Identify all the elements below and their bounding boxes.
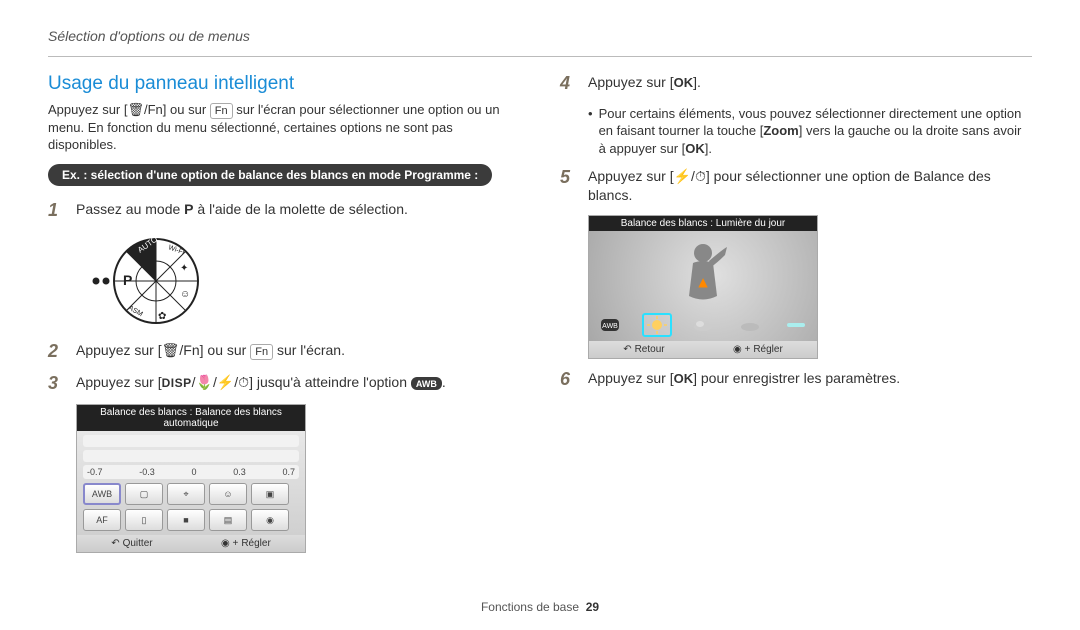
step-4: 4 Appuyez sur [OK]. [560,73,1032,95]
flash-icon: ⚡ [217,374,234,390]
svg-text:☺: ☺ [180,289,190,300]
wb-set-button: ◉ +Régler [733,344,783,355]
step-number: 3 [48,373,66,395]
fn-badge: Fn [250,344,273,360]
ok-key: OK [674,371,694,386]
panel-quit-button: ↶Quitter [111,538,152,549]
timer-icon: ⏱ [695,168,706,184]
step-1: 1 Passez au mode P à l'aide de la molett… [48,200,520,222]
svg-text:✿: ✿ [158,311,166,322]
wb-back-button: ↶Retour [623,344,664,355]
timer-icon: ⏱ [238,374,249,390]
page-footer: Fonctions de base 29 [0,600,1080,614]
step-4-note: • Pour certains éléments, vous pouvez sé… [588,105,1032,158]
step-number: 4 [560,73,578,95]
right-column: 4 Appuyez sur [OK]. • Pour certains élém… [560,73,1032,557]
wb-fluorescent-icon [781,313,811,337]
left-column: Usage du panneau intelligent Appuyez sur… [48,73,520,557]
wb-cloudy-icon [688,313,718,337]
flower-icon: 🌷 [196,374,213,390]
panel-title: Balance des blancs : Balance des blancs … [77,405,305,431]
step-3: 3 Appuyez sur [DISP/🌷/⚡/⏱] jusqu'à attei… [48,373,520,395]
example-pill: Ex. : sélection d'une option de balance … [48,164,492,186]
wb-shade-icon [735,313,765,337]
step-number: 1 [48,200,66,222]
svg-text:✦: ✦ [180,263,188,274]
wb-title: Balance des blancs : Lumière du jour [589,216,817,231]
wb-daylight-icon [642,313,672,337]
wb-preview-illustration: Balance des blancs : Lumière du jour ▲ A… [588,215,818,359]
svg-text:AWB: AWB [602,323,618,330]
wb-awb-icon: AWB [595,313,625,337]
panel-awb-cell: AWB [83,483,121,505]
panel-set-button: ◉ +Régler [221,538,271,549]
step-number: 5 [560,167,578,189]
step-5: 5 Appuyez sur [⚡/⏱] pour sélectionner un… [560,167,1032,205]
ok-key: OK [685,141,705,156]
mode-dial-illustration: AUTO P ASM Wi-Fi ✦ ☺ ✿ [76,231,216,331]
up-arrow-icon: ▲ [695,274,711,292]
smart-panel-illustration: Balance des blancs : Balance des blancs … [76,404,306,553]
intro-text: Appuyez sur [🗑/Fn] ou sur Fn sur l'écran… [48,101,520,154]
step-number: 2 [48,341,66,363]
breadcrumb: Sélection d'options ou de menus [48,28,1032,44]
step-number: 6 [560,369,578,391]
disp-key: DISP [162,376,192,390]
svg-text:P: P [123,272,132,288]
section-title: Usage du panneau intelligent [48,73,520,95]
awb-icon: AWB [411,377,442,390]
divider [48,56,1032,57]
ok-key: OK [674,75,694,90]
flash-icon: ⚡ [674,168,691,184]
step-6: 6 Appuyez sur [OK] pour enregistrer les … [560,369,1032,391]
step-2: 2 Appuyez sur [🗑/Fn] ou sur Fn sur l'écr… [48,341,520,363]
fn-badge: Fn [210,103,233,119]
